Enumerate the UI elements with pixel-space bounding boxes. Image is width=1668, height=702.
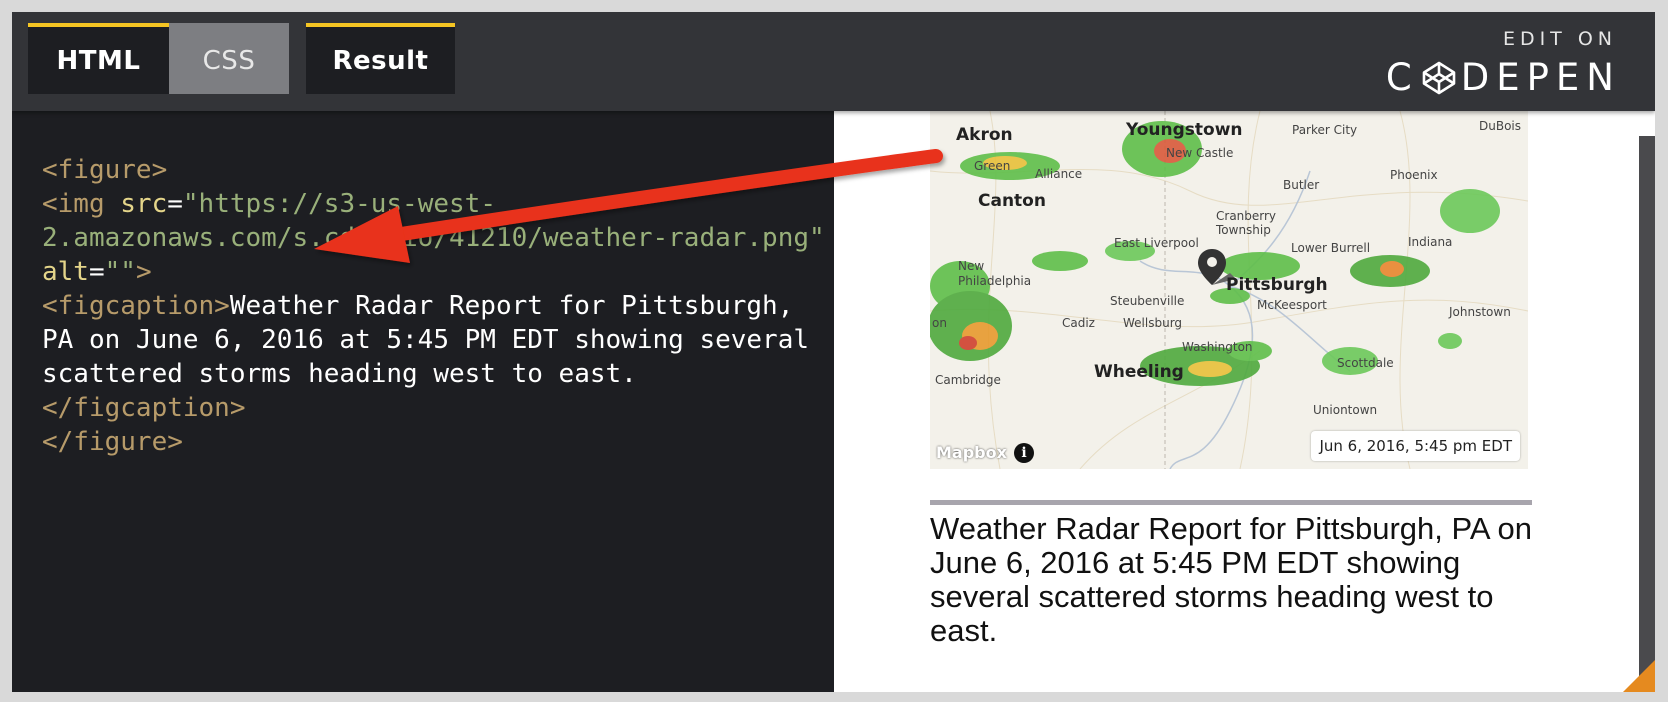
map-city-label: Green (974, 159, 1011, 173)
map-city-label: Canton (978, 191, 1046, 211)
html-code[interactable]: <figure> <img src="https://s3-us-west-2.… (42, 153, 832, 459)
code-img-close: > (135, 257, 152, 287)
edit-on-label[interactable]: EDIT ON (1503, 28, 1617, 50)
figure-caption: Weather Radar Report for Pittsburgh, PA … (930, 511, 1532, 648)
map-city-label: Uniontown (1313, 403, 1378, 417)
map-city-label: Johnstown (1449, 305, 1511, 319)
mapbox-logo[interactable]: Mapbox (936, 443, 1007, 462)
figure-divider (930, 500, 1532, 505)
code-figure-close: </figure> (42, 427, 183, 457)
map-city-label: New Philadelphia (958, 259, 1032, 288)
code-src-attr: src (120, 189, 168, 219)
map-city-label: Pittsburgh (1226, 275, 1328, 295)
info-icon[interactable]: i (1014, 443, 1034, 463)
codepen-logo[interactable]: C DEPEN (1386, 56, 1621, 99)
codepen-logo-rest: DEPEN (1460, 56, 1621, 99)
result-scrollbar[interactable] (1639, 136, 1655, 692)
map-city-label: Lower Burrell (1291, 241, 1371, 255)
html-code-pane[interactable]: <figure> <img src="https://s3-us-west-2.… (12, 111, 834, 692)
embed-toolbar: HTML CSS Result EDIT ON C DEPEN (12, 12, 1655, 111)
code-eq: = (88, 257, 105, 287)
codepen-logo-c: C (1385, 56, 1419, 99)
map-city-label: New Castle (1166, 146, 1234, 160)
map-city-label: McKeesport (1257, 298, 1327, 312)
map-city-label: Steubenville (1110, 294, 1185, 308)
tab-html[interactable]: HTML (28, 23, 169, 94)
tab-result[interactable]: Result (306, 23, 455, 94)
map-city-label: DuBois (1479, 119, 1522, 133)
codepen-cube-icon (1422, 61, 1456, 94)
map-city-label: Cadiz (1062, 316, 1095, 330)
codepen-embed: HTML CSS Result EDIT ON C DEPEN <figure>… (12, 12, 1655, 692)
map-city-label: Wheeling (1094, 362, 1184, 382)
map-city-label: Scottdale (1337, 356, 1394, 370)
code-img-open: <img (42, 189, 121, 219)
map-city-label: Butler (1283, 178, 1320, 192)
map-city-label: Akron (956, 125, 1013, 145)
map-city-label: on (932, 316, 947, 330)
code-figcaption-close: </figcaption> (42, 393, 246, 423)
weather-radar-map: Akron Youngstown Parker City DuBois Gree… (930, 111, 1528, 469)
result-pane[interactable]: Akron Youngstown Parker City DuBois Gree… (834, 111, 1655, 692)
map-city-label: Phoenix (1390, 168, 1438, 182)
code-figure-open: <figure> (42, 155, 168, 185)
code-eq: = (167, 189, 183, 219)
resize-handle[interactable] (1623, 660, 1655, 692)
code-alt-value: "" (104, 257, 136, 287)
map-city-label: Indiana (1408, 235, 1453, 249)
code-alt-attr: alt (42, 257, 89, 287)
map-city-label: Alliance (1035, 167, 1083, 181)
map-city-label: Youngstown (1126, 120, 1243, 140)
map-city-label: Cranberry Township (1216, 209, 1277, 237)
map-city-label: Washington (1182, 340, 1253, 354)
map-city-label: East Liverpool (1114, 236, 1199, 250)
tab-css[interactable]: CSS (169, 23, 289, 94)
map-city-label: Cambridge (935, 373, 1001, 387)
map-city-label: Wellsburg (1123, 316, 1183, 330)
map-city-label: Parker City (1292, 123, 1358, 137)
code-figcaption-open: <figcaption> (42, 291, 230, 321)
radar-timestamp: Jun 6, 2016, 5:45 pm EDT (1311, 431, 1520, 461)
